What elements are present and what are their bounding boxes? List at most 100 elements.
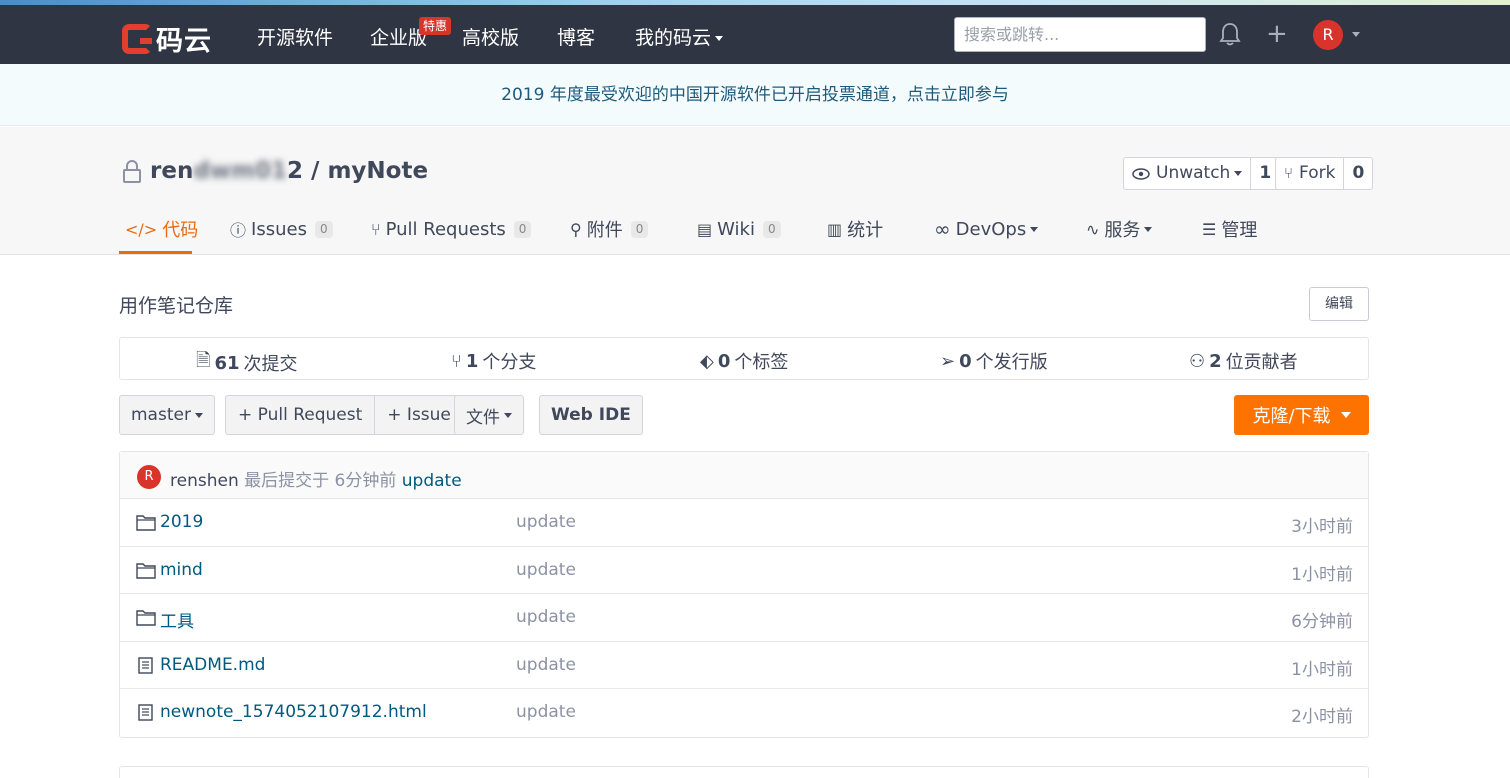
fork-label: Fork bbox=[1299, 163, 1336, 183]
file-row[interactable]: 工具 update 6分钟前 bbox=[120, 594, 1368, 642]
tab-attachments[interactable]: ⚲ 附件 0 bbox=[570, 214, 649, 244]
file-menu-button[interactable]: 文件 bbox=[454, 395, 524, 435]
nav-blog[interactable]: 博客 bbox=[557, 23, 595, 50]
new-issue-button[interactable]: + Issue bbox=[374, 396, 463, 434]
unwatch-label: Unwatch bbox=[1156, 163, 1231, 183]
releases-label: 个发行版 bbox=[975, 352, 1048, 373]
issues-count: 0 bbox=[314, 220, 333, 238]
stat-commits[interactable]: 🗎 61 次提交 bbox=[196, 348, 298, 378]
stat-tags[interactable]: ⬖ 0 个标签 bbox=[700, 348, 788, 374]
file-row[interactable]: 2019 update 3小时前 bbox=[120, 499, 1368, 547]
private-lock-icon bbox=[123, 160, 141, 183]
project-header: rendwm012 / myNote Unwatch 1 ⑂ Fork 0 </… bbox=[0, 127, 1510, 255]
commits-label: 次提交 bbox=[243, 354, 298, 375]
tab-manage-label: 管理 bbox=[1221, 220, 1258, 241]
file-updated-time: 1小时前 bbox=[1291, 659, 1353, 680]
tab-services[interactable]: ∿ 服务 bbox=[1086, 214, 1153, 244]
tab-pr-label: Pull Requests bbox=[385, 218, 506, 240]
tag-icon: ⬖ bbox=[700, 350, 714, 372]
tab-issues-label: Issues bbox=[251, 218, 307, 240]
contributors-count: 2 bbox=[1209, 350, 1222, 372]
file-list: R renshen 最后提交于 6分钟前 update 2019 update … bbox=[119, 451, 1369, 738]
file-name[interactable]: mind bbox=[160, 560, 203, 580]
tab-manage[interactable]: ☰ 管理 bbox=[1202, 214, 1257, 244]
owner-name-tail[interactable]: 2 bbox=[287, 158, 303, 184]
new-pull-request-button[interactable]: + Pull Request bbox=[226, 396, 374, 434]
file-commit-message[interactable]: update bbox=[516, 560, 576, 580]
file-row[interactable]: mind update 1小时前 bbox=[120, 547, 1368, 594]
file-name[interactable]: 2019 bbox=[160, 512, 203, 532]
chevron-down-icon bbox=[1340, 412, 1351, 418]
tab-stats-label: 统计 bbox=[847, 220, 884, 241]
stat-branches[interactable]: ⑂ 1 个分支 bbox=[451, 348, 536, 374]
banner-text[interactable]: 2019 年度最受欢迎的中国开源软件已开启投票通道，点击立即参与 bbox=[501, 85, 1009, 105]
user-avatar[interactable]: R bbox=[1313, 20, 1343, 50]
title-separator: / bbox=[303, 158, 328, 184]
search-input[interactable] bbox=[954, 17, 1206, 52]
chevron-down-icon bbox=[194, 412, 203, 418]
releases-count: 0 bbox=[959, 350, 972, 372]
commit-author[interactable]: renshen bbox=[170, 471, 239, 491]
repo-name[interactable]: myNote bbox=[327, 158, 428, 184]
tab-code[interactable]: </> 代码 bbox=[125, 214, 198, 244]
file-updated-time: 1小时前 bbox=[1291, 564, 1353, 585]
fork-button[interactable]: ⑂ Fork bbox=[1276, 158, 1343, 189]
announcement-banner[interactable]: 2019 年度最受欢迎的中国开源软件已开启投票通道，点击立即参与 bbox=[0, 64, 1510, 126]
notification-bell-icon[interactable] bbox=[1219, 22, 1241, 46]
branch-select-label: master bbox=[131, 405, 191, 425]
repo-tabs: </> 代码 ⓘ Issues 0 ⑂ Pull Requests 0 ⚲ 附件 0 ▤ Wik… bbox=[0, 214, 1510, 255]
gitee-logo[interactable]: 码云 bbox=[122, 19, 212, 58]
tab-stats[interactable]: ▥ 统计 bbox=[827, 214, 883, 244]
commits-count: 61 bbox=[214, 352, 240, 374]
hot-deal-badge: 特惠 bbox=[419, 17, 452, 35]
file-commit-message[interactable]: update bbox=[516, 607, 576, 627]
file-doc-icon bbox=[138, 656, 153, 674]
user-menu-chevron-icon[interactable] bbox=[1352, 32, 1360, 37]
file-name[interactable]: 工具 bbox=[160, 607, 194, 632]
unwatch-button[interactable]: Unwatch bbox=[1124, 158, 1250, 189]
commit-message-link[interactable]: update bbox=[402, 471, 462, 491]
file-commit-message[interactable]: update bbox=[516, 655, 576, 675]
repo-description: 用作笔记仓库 bbox=[119, 295, 234, 317]
create-plus-icon[interactable]: + bbox=[1266, 21, 1288, 47]
chevron-down-icon bbox=[1144, 226, 1153, 232]
tab-issues[interactable]: ⓘ Issues 0 bbox=[230, 214, 333, 244]
active-tab-underline bbox=[119, 251, 192, 254]
tab-devops[interactable]: ∞ DevOps bbox=[934, 214, 1039, 244]
owner-name-visible[interactable]: ren bbox=[150, 158, 193, 184]
stat-contributors[interactable]: ⚇ 2 位贡献者 bbox=[1189, 348, 1298, 374]
repo-stats-bar: 🗎 61 次提交 ⑂ 1 个分支 ⬖ 0 个标签 ➢ 0 个发行版 ⚇ 2 位贡献者 bbox=[119, 337, 1369, 380]
contributors-icon: ⚇ bbox=[1189, 350, 1206, 372]
folder-icon bbox=[136, 562, 156, 579]
file-commit-message[interactable]: update bbox=[516, 512, 576, 532]
file-name[interactable]: README.md bbox=[160, 655, 265, 675]
attachments-count: 0 bbox=[630, 220, 649, 238]
pull-request-icon: ⑂ bbox=[371, 219, 381, 239]
clone-download-label: 克隆/下载 bbox=[1252, 406, 1331, 427]
nav-my-gitee[interactable]: 我的码云 bbox=[635, 23, 724, 50]
edit-description-button[interactable]: 编辑 bbox=[1309, 287, 1369, 321]
tab-pull-requests[interactable]: ⑂ Pull Requests 0 bbox=[371, 214, 532, 244]
branches-label: 个分支 bbox=[482, 352, 537, 373]
tab-wiki[interactable]: ▤ Wiki 0 bbox=[697, 214, 781, 244]
nav-my-gitee-label: 我的码云 bbox=[635, 27, 712, 49]
clone-download-button[interactable]: 克隆/下载 bbox=[1234, 395, 1369, 435]
wiki-count: 0 bbox=[762, 220, 781, 238]
watch-button-group: Unwatch 1 bbox=[1123, 157, 1281, 190]
latest-commit-bar: R renshen 最后提交于 6分钟前 update bbox=[120, 452, 1368, 499]
logo-g-icon bbox=[122, 23, 152, 54]
nav-education[interactable]: 高校版 bbox=[462, 23, 519, 50]
project-title: rendwm012 / myNote bbox=[150, 158, 428, 184]
tab-services-label: 服务 bbox=[1104, 220, 1141, 241]
commit-author-avatar[interactable]: R bbox=[137, 465, 161, 489]
file-row[interactable]: newnote_1574052107912.html update 2小时前 bbox=[120, 689, 1368, 737]
web-ide-button[interactable]: Web IDE bbox=[539, 395, 643, 435]
nav-open-source[interactable]: 开源软件 bbox=[257, 23, 333, 50]
branches-count: 1 bbox=[465, 350, 479, 372]
stat-releases[interactable]: ➢ 0 个发行版 bbox=[940, 348, 1048, 374]
file-name[interactable]: newnote_1574052107912.html bbox=[160, 702, 427, 722]
file-commit-message[interactable]: update bbox=[516, 702, 576, 722]
file-row[interactable]: README.md update 1小时前 bbox=[120, 642, 1368, 689]
fork-count[interactable]: 0 bbox=[1343, 158, 1372, 189]
branch-select[interactable]: master bbox=[119, 395, 215, 435]
